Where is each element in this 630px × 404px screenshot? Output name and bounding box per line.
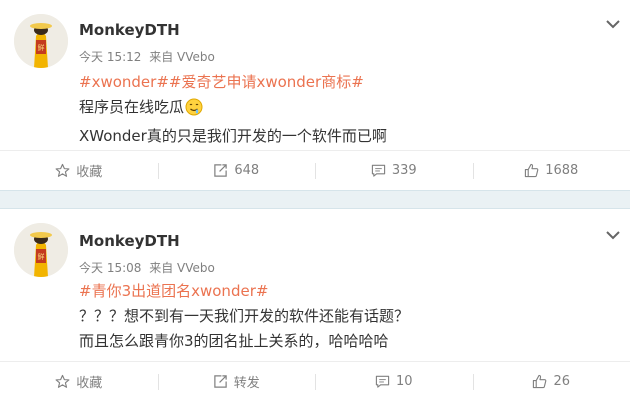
svg-text:鲜: 鲜 [38, 252, 45, 261]
comment-count: 339 [391, 163, 417, 178]
repost-icon [214, 164, 228, 177]
post-text: #青你3出道团名xwonder# ？？？想不到有一天我们开发的软件还能有话题？ … [79, 279, 409, 354]
star-icon [55, 374, 70, 388]
favorite-label: 收藏 [76, 376, 103, 391]
post-text: #xwonder##爱奇艺申请xwonder商标# 程序员在线吃瓜 XWonde… [79, 70, 387, 149]
repost-icon [214, 375, 227, 388]
star-icon [55, 163, 70, 177]
comment-icon [371, 164, 385, 177]
thumbs-up-icon [525, 163, 539, 178]
post-source[interactable]: 来自 VVebo [149, 261, 215, 275]
username[interactable]: MonkeyDTH [79, 21, 180, 39]
username[interactable]: MonkeyDTH [79, 232, 180, 250]
like-count: 26 [553, 374, 571, 389]
avatar[interactable]: 鲜 [14, 223, 68, 277]
thumbs-up-icon [533, 374, 547, 389]
comment-button[interactable]: 339 [315, 151, 473, 190]
post-time[interactable]: 今天 15:08 [79, 261, 141, 275]
chevron-down-icon[interactable] [606, 225, 620, 240]
like-button[interactable]: 26 [472, 362, 630, 401]
post-text-line: ？？？想不到有一天我们开发的软件还能有话题？ [79, 307, 410, 325]
post-card: 鲜 MonkeyDTH 今天 15:08 来自 VVebo #青你3出道团名xw… [0, 209, 630, 404]
post-source[interactable]: 来自 VVebo [149, 50, 215, 64]
hashtag-link[interactable]: #xwonder##爱奇艺申请xwonder商标# [79, 70, 387, 95]
chevron-down-icon[interactable] [606, 14, 620, 29]
post-meta: 今天 15:12 来自 VVebo [79, 48, 219, 65]
comment-icon [375, 375, 390, 388]
favorite-label: 收藏 [76, 165, 103, 180]
favorite-button[interactable]: 收藏 [0, 362, 158, 401]
post-time[interactable]: 今天 15:12 [79, 50, 141, 64]
action-bar: 收藏 648 339 1688 [0, 150, 630, 190]
comment-button[interactable]: 10 [315, 362, 473, 401]
like-button[interactable]: 1688 [472, 151, 630, 190]
hashtag-link[interactable]: #青你3出道团名xwonder# [79, 279, 409, 304]
svg-text:鲜: 鲜 [38, 43, 45, 52]
favorite-button[interactable]: 收藏 [0, 151, 158, 190]
post-card: 鲜 MonkeyDTH 今天 15:12 来自 VVebo #xwonder##… [0, 0, 630, 190]
post-separator [0, 190, 630, 209]
like-count: 1688 [545, 163, 579, 178]
post-text-line: 而且怎么跟青你3的团名扯上关系的，哈哈哈哈 [79, 332, 389, 350]
action-bar: 收藏 转发 10 26 [0, 361, 630, 401]
avatar[interactable]: 鲜 [14, 14, 68, 68]
repost-count: 648 [234, 163, 260, 178]
post-text-line: XWonder真的只是我们开发的一个软件而已啊 [79, 127, 387, 145]
repost-label: 转发 [233, 376, 260, 391]
comment-count: 10 [395, 374, 413, 389]
post-meta: 今天 15:08 来自 VVebo [79, 259, 219, 276]
drooling-face-icon [185, 98, 203, 124]
repost-button[interactable]: 转发 [157, 362, 316, 401]
post-text-line: 程序员在线吃瓜 [79, 95, 387, 124]
repost-button[interactable]: 648 [157, 151, 316, 190]
weibo-feed: 鲜 MonkeyDTH 今天 15:12 来自 VVebo #xwonder##… [0, 0, 630, 404]
